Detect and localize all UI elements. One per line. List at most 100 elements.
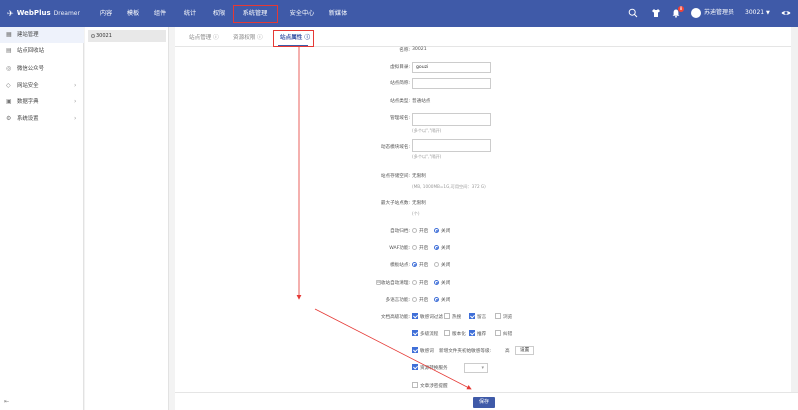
template-site-on-radio[interactable]: 开启 [412, 262, 428, 268]
field-label: 站点类型: [390, 99, 410, 104]
waf-on-radio[interactable]: 开启 [412, 245, 428, 251]
field-label: 名称: [399, 48, 410, 53]
sidebar-item-label: 建站管理 [17, 32, 39, 38]
recycle-clean-on-radio[interactable]: 开启 [412, 280, 428, 286]
auto-archive-off-radio[interactable]: 关闭 [434, 228, 450, 234]
field-label: 自动归档: [390, 229, 410, 234]
chevron-right-icon: › [74, 115, 77, 122]
logo-brand: WebPlus [16, 9, 51, 17]
settings-icon: ⚙ [6, 115, 12, 122]
sidebar-item-site-recycle[interactable]: ▤ 站点回收站 [0, 43, 84, 59]
sensitive-level-value: 高 [505, 349, 510, 354]
form-row-waf: WAF功能: 开启 关闭 [175, 243, 798, 256]
search-icon[interactable] [628, 8, 638, 18]
radio-label: 开启 [419, 229, 429, 234]
error-correction-checkbox[interactable]: 纠错 [495, 330, 512, 337]
site-abbr-input[interactable] [412, 78, 491, 89]
field-label: 回收站自动清理: [376, 281, 410, 286]
sidebar-item-label: 站点回收站 [17, 48, 44, 54]
nav-highlight-box [233, 5, 278, 23]
max-sub-hint: (个) [412, 211, 420, 216]
dynamic-domain-input[interactable] [412, 139, 491, 152]
top-navigation-bar: ✈ WebPlus Dreamer 内容 模板 组件 统计 权限 系统管理 安全… [0, 0, 798, 27]
form-row-max-sub: 最大子站点数: 无限制 [175, 198, 798, 211]
site-list-item[interactable]: 30021 [88, 30, 166, 42]
nav-item-security-center[interactable]: 安全中心 [282, 0, 322, 27]
nav-item-new-media[interactable]: 新媒体 [322, 0, 354, 27]
chevron-down-icon: ▾ [481, 365, 484, 371]
nav-item-template[interactable]: 模板 [121, 0, 145, 27]
checkbox-label: 留言 [477, 315, 487, 320]
checkbox-label: 多级流程 [420, 332, 439, 337]
nav-item-component[interactable]: 组件 [148, 0, 172, 27]
sidebar-item-site-management[interactable]: ▦ 建站管理 [0, 27, 84, 43]
nav-item-content[interactable]: 内容 [94, 0, 118, 27]
storage-hint: (MB, 1000MB=1G,可用空间：372 G) [412, 184, 486, 189]
message-checkbox[interactable]: 留言 [469, 313, 487, 320]
chevron-down-icon[interactable]: ▼ [766, 8, 770, 18]
multi-level-flow-checkbox[interactable]: 多级流程 [412, 330, 439, 337]
save-button[interactable]: 保存 [473, 397, 495, 408]
tab-site-management[interactable]: 站点管理 ⓘ [189, 32, 219, 44]
virtual-dir-input[interactable]: gouzi [412, 62, 491, 73]
field-label: WAF功能: [389, 246, 410, 251]
set-button[interactable]: 设置 [515, 346, 535, 355]
field-label: 多语言功能: [385, 298, 410, 303]
sidebar-item-wechat[interactable]: ◎ 微信公众号 [0, 61, 84, 77]
form-row-sensitive: 敏感词 新增文件夹初始敏感等级: 高 设置 [175, 346, 798, 359]
recycle-icon: ▤ [6, 47, 12, 54]
browse-checkbox[interactable]: 浏览 [495, 313, 513, 320]
sidebar-item-system-settings[interactable]: ⚙ 系统设置 › [0, 111, 84, 127]
book-icon: ▣ [6, 98, 12, 105]
form-row-name: 名称: 30021 [175, 45, 798, 58]
site-selector[interactable]: 30021 [745, 8, 764, 18]
form-row-virtual-dir: 虚拟目录: gouzi [175, 62, 798, 75]
multilang-off-radio[interactable]: 关闭 [434, 297, 450, 303]
radio-label: 关闭 [441, 229, 451, 234]
multilang-on-radio[interactable]: 开启 [412, 297, 428, 303]
hot-search-checkbox[interactable]: 热搜 [444, 313, 461, 320]
resource-service-select[interactable]: ▾ [464, 363, 488, 373]
eye-icon[interactable] [781, 8, 791, 18]
dyn-domain-hint: (多个以","隔开) [412, 154, 442, 159]
app-logo[interactable]: ✈ WebPlus Dreamer [7, 8, 80, 18]
form-row-storage: 站点存储空间: 无限制 [175, 171, 798, 184]
tab-label: 资源权限 [233, 35, 256, 41]
auto-archive-on-radio[interactable]: 开启 [412, 228, 428, 234]
waf-off-radio[interactable]: 关闭 [434, 245, 450, 251]
checkbox-label: 浏览 [503, 315, 513, 320]
radio-label: 开启 [419, 281, 429, 286]
sidebar-item-website-security[interactable]: ◇ 网站安全 › [0, 78, 84, 94]
sensitive-word-checkbox[interactable]: 敏感词 [412, 347, 434, 354]
sensitive-filter-checkbox[interactable]: 敏感词过滤 [412, 313, 443, 320]
manage-domain-input[interactable] [412, 113, 491, 126]
nav-item-statistics[interactable]: 统计 [178, 0, 202, 27]
recommend-checkbox[interactable]: 推荐 [469, 330, 486, 337]
versioning-checkbox[interactable]: 版本化 [444, 330, 466, 337]
sensitive-level-hint: 新增文件夹初始敏感等级: [439, 349, 492, 354]
recycle-clean-off-radio[interactable]: 关闭 [434, 280, 450, 286]
wechat-icon: ◎ [6, 65, 12, 72]
form-row-type: 站点类型: 普通站点 [175, 96, 798, 109]
field-label: 虚拟目录: [390, 65, 410, 70]
shirt-icon[interactable] [651, 8, 661, 18]
footer-bar: 保存 [175, 392, 798, 410]
form-row-template-site: 模板站点: 开启 关闭 [175, 260, 798, 273]
sidebar-item-data-dictionary[interactable]: ▣ 数据字典 › [0, 94, 84, 110]
scrollbar[interactable] [791, 27, 798, 392]
form-row-dyn-domain: 动态模块域名: [175, 139, 798, 152]
radio-label: 开启 [419, 263, 429, 268]
collapse-sidebar-icon[interactable]: ⇤ [4, 398, 9, 405]
resource-convert-checkbox[interactable]: 资源转换服务 [412, 364, 448, 371]
radio-label: 关闭 [441, 263, 451, 268]
article-secret-checkbox[interactable]: 文章涉密提醒 [412, 382, 448, 389]
form-row-auto-archive: 自动归档: 开启 关闭 [175, 226, 798, 239]
form-row-domain: 管理域名: [175, 113, 798, 126]
checkbox-label: 敏感词过滤 [420, 315, 443, 320]
user-name[interactable]: 苏迪管理员 [704, 8, 734, 18]
avatar[interactable] [691, 8, 701, 18]
tab-resource-permission[interactable]: 资源权限 ⓘ [233, 32, 263, 44]
nav-item-permission[interactable]: 权限 [207, 0, 231, 27]
form-row-abbr: 站点简称: [175, 78, 798, 91]
template-site-off-radio[interactable]: 关闭 [434, 262, 450, 268]
